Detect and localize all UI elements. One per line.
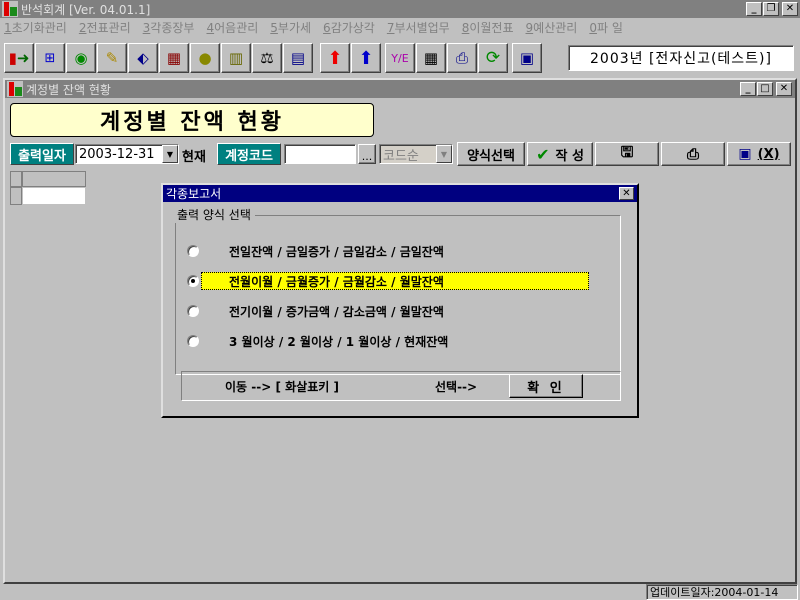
grid-header-cell [22, 171, 86, 187]
menu-item-0[interactable]: 1초기화관리 [4, 19, 67, 36]
tag-icon[interactable]: ⬖ [128, 43, 158, 73]
option-label-selected[interactable]: 전월이월 / 금월증가 / 금월감소 / 월말잔액 [201, 272, 589, 290]
form-select-group [175, 215, 621, 375]
calculator-icon[interactable]: ▦ [416, 43, 446, 73]
option-label[interactable]: 전일잔액 / 금일증가 / 금일감소 / 금일잔액 [201, 242, 589, 260]
window-close-button[interactable]: ✕ [776, 82, 792, 96]
sort-chevron-down-icon[interactable]: ▼ [436, 145, 452, 163]
report-heading: 계정별 잔액 현황 [10, 103, 374, 137]
radio-button[interactable] [187, 335, 199, 347]
menu-item-8[interactable]: 9예산관리 [526, 19, 578, 36]
refresh-icon[interactable]: ⟳ [478, 43, 508, 73]
report-icon[interactable]: ▣ [512, 43, 542, 73]
grid-corner-cell [10, 171, 22, 187]
menu-item-5[interactable]: 6감가상각 [323, 19, 375, 36]
menu-bar: 1초기화관리 2전표관리 3각종장부 4어음관리 5부가세 6감가상각 7부서별… [0, 18, 800, 37]
report-window-title-bar: 계정별 잔액 현황 _ □ ✕ [5, 80, 795, 98]
current-label: 현재 [182, 150, 206, 165]
exit-button[interactable]: ▣ (X) [727, 142, 791, 166]
coin-icon[interactable]: ● [190, 43, 220, 73]
printer-icon[interactable]: ⎙ [447, 43, 477, 73]
arrow-up-blue-icon[interactable]: ⬆ [351, 43, 381, 73]
menu-item-7[interactable]: 8이월전표 [462, 19, 514, 36]
option-row[interactable] [187, 272, 199, 290]
close-button[interactable]: ✕ [782, 2, 798, 16]
app-logo-icon [2, 1, 18, 17]
exit-icon[interactable]: ▮ ➜ [4, 43, 34, 73]
exit-door-icon: ▣ [738, 146, 752, 162]
menu-item-6[interactable]: 7부서별업무 [387, 19, 450, 36]
dialog-title-bar: 각종보고서 ✕ [163, 185, 637, 202]
menu-item-2[interactable]: 3각종장부 [143, 19, 195, 36]
option-row[interactable] [187, 332, 199, 350]
select-hint: 선택--> [435, 380, 478, 394]
menu-item-9[interactable]: 0파 일 [589, 19, 623, 36]
radio-button-checked[interactable] [187, 275, 199, 287]
menu-item-3[interactable]: 4어음관리 [206, 19, 258, 36]
move-hint: 이동 --> [ 화살표키 ] [225, 380, 339, 394]
option-row[interactable] [187, 302, 199, 320]
group-label: 출력 양식 선택 [173, 206, 255, 223]
printer-small-icon: ⎙ [686, 145, 699, 163]
form-select-label: 양식선택 [467, 148, 515, 164]
date-label: 출력일자 [10, 143, 74, 165]
grid-cell[interactable] [22, 187, 86, 205]
grid-row-header [10, 187, 22, 205]
write-button[interactable]: ✔ 작 성 [527, 142, 593, 166]
write-label: 작 성 [555, 148, 584, 164]
exit-label: (X) [757, 146, 780, 162]
code-lookup-button[interactable]: ... [358, 144, 376, 164]
radio-button[interactable] [187, 245, 199, 257]
date-value: 2003-12-31 [79, 146, 155, 162]
ok-button[interactable]: 확 인 [509, 374, 583, 398]
app-title: 반석회계 [Ver. 04.01.1] [21, 2, 151, 17]
window-maximize-button[interactable]: □ [757, 82, 773, 96]
checkmark-icon: ✔ [536, 144, 550, 164]
abacus-icon[interactable]: ▦ [159, 43, 189, 73]
save-button[interactable]: 🖫 [595, 142, 659, 166]
restore-button[interactable]: ❐ [763, 2, 779, 16]
form-select-button[interactable]: 양식선택 [457, 142, 525, 166]
minimize-button[interactable]: _ [746, 2, 762, 16]
dialog-close-button[interactable]: ✕ [619, 187, 634, 200]
chevron-down-icon[interactable]: ▼ [162, 145, 178, 163]
date-input[interactable]: 2003-12-31 ▼ [75, 144, 179, 164]
radio-button[interactable] [187, 305, 199, 317]
grid-icon[interactable]: ▤ [283, 43, 313, 73]
status-bar: 업데이트일자:2004-01-14 [0, 584, 800, 600]
report-dialog: 각종보고서 ✕ 출력 양식 선택 전일잔액 / 금일증가 / 금일감소 / 금일… [161, 183, 639, 418]
sort-value: 코드순 [383, 148, 419, 164]
window-logo-icon [7, 81, 23, 97]
menu-item-1[interactable]: 2전표관리 [79, 19, 131, 36]
option-label[interactable]: 3 월이상 / 2 월이상 / 1 월이상 / 현재잔액 [201, 332, 589, 350]
dialog-title: 각종보고서 [166, 187, 222, 201]
toolbar: ▮ ➜ ⊞ ◉ ✎ ⬖ ▦ ● ▥ ⚖ ▤ ⬆ ⬆ Y/E ▦ ⎙ ⟳ ▣ 200… [0, 41, 800, 75]
org-chart-icon[interactable]: ⊞ [35, 43, 65, 73]
option-row[interactable] [187, 242, 199, 260]
company-name: 2003년 [전자신고(테스트)] [568, 45, 794, 71]
menu-item-4[interactable]: 5부가세 [270, 19, 311, 36]
scale-icon[interactable]: ⚖ [252, 43, 282, 73]
option-label[interactable]: 전기이월 / 증가금액 / 감소금액 / 월말잔액 [201, 302, 589, 320]
update-date: 업데이트일자:2004-01-14 [646, 584, 798, 600]
data-grid[interactable] [10, 171, 86, 205]
book-icon[interactable]: ▥ [221, 43, 251, 73]
app-title-bar: 반석회계 [Ver. 04.01.1] _ ❐ ✕ [0, 0, 800, 18]
sort-select[interactable]: 코드순 ▼ [379, 144, 453, 164]
code-label: 계정코드 [217, 143, 281, 165]
print-button[interactable]: ⎙ [661, 142, 725, 166]
arrow-up-red-icon[interactable]: ⬆ [320, 43, 350, 73]
floppy-disk-icon: 🖫 [620, 142, 634, 161]
window-minimize-button[interactable]: _ [740, 82, 756, 96]
account-code-input[interactable] [284, 144, 356, 164]
pencil-edit-icon[interactable]: ✎ [97, 43, 127, 73]
year-end-icon[interactable]: Y/E [385, 43, 415, 73]
report-window-title: 계정별 잔액 현황 [26, 82, 111, 97]
globe-icon[interactable]: ◉ [66, 43, 96, 73]
